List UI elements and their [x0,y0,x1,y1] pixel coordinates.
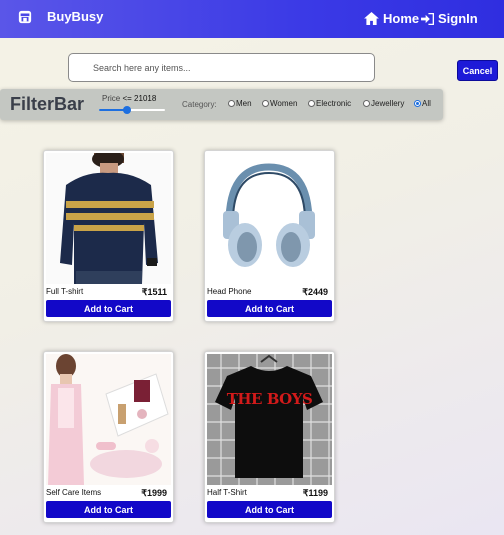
category-option-jewellery[interactable]: Jewellery [363,99,404,108]
product-price: ₹1511 [141,287,167,297]
category-option-label: Women [270,99,298,108]
radio-all[interactable] [414,100,421,107]
search-input[interactable] [68,53,375,82]
store-icon [18,10,32,23]
product-card: Head Phone ₹2449 Add to Cart [204,150,335,322]
signin-link[interactable]: SignIn [421,11,478,26]
product-image [207,153,332,284]
category-option-all[interactable]: All [414,99,431,108]
product-name: Head Phone [207,287,252,296]
product-price: ₹1199 [302,488,328,498]
add-to-cart-button[interactable]: Add to Cart [207,300,332,317]
shirt-print: THE BOYS [226,390,313,408]
category-option-label: Men [236,99,252,108]
category-option-label: Jewellery [371,99,405,108]
add-to-cart-button[interactable]: Add to Cart [46,300,171,317]
product-image [46,153,171,284]
navbar: BuyBusy Home SignIn [0,0,504,38]
cancel-button[interactable]: Cancel [457,60,498,81]
product-name: Half T-Shirt [207,488,247,497]
category-option-men[interactable]: Men [228,99,252,108]
price-operator: <= [122,94,132,103]
price-value: 21018 [134,94,157,103]
product-image [46,354,171,485]
product-image [207,354,332,485]
filter-bar: FilterBar Price <= 21018 Category: Men W… [0,89,443,120]
price-slider[interactable] [99,106,165,114]
radio-men[interactable] [228,100,235,107]
home-icon [364,12,379,25]
home-link[interactable]: Home [364,11,419,26]
product-price: ₹1999 [141,488,167,498]
product-name: Full T-shirt [46,287,84,296]
category-option-electronic[interactable]: Electronic [308,99,351,108]
product-card: THE BOYS Half T-Shirt ₹1199 Add to Cart [204,351,335,523]
category-option-label: All [422,99,431,108]
price-prefix: Price [102,94,121,103]
add-to-cart-button[interactable]: Add to Cart [207,501,332,518]
category-label: Category: [182,100,217,109]
brand-link[interactable]: BuyBusy [18,9,103,24]
slider-thumb[interactable] [122,106,131,114]
signin-icon [421,12,434,25]
radio-electronic[interactable] [308,100,315,107]
category-option-women[interactable]: Women [262,99,297,108]
price-label: Price <= 21018 [102,94,156,103]
add-to-cart-button[interactable]: Add to Cart [46,501,171,518]
product-price: ₹2449 [302,287,328,297]
product-card: Full T-shirt ₹1511 Add to Cart [43,150,174,322]
radio-women[interactable] [262,100,269,107]
brand-name: BuyBusy [47,9,104,24]
category-option-label: Electronic [316,99,352,108]
product-card: Self Care Items ₹1999 Add to Cart [43,351,174,523]
signin-label: SignIn [438,11,478,26]
product-name: Self Care Items [46,488,102,497]
filter-title: FilterBar [10,94,85,114]
home-label: Home [383,11,420,26]
radio-jewellery[interactable] [363,100,370,107]
